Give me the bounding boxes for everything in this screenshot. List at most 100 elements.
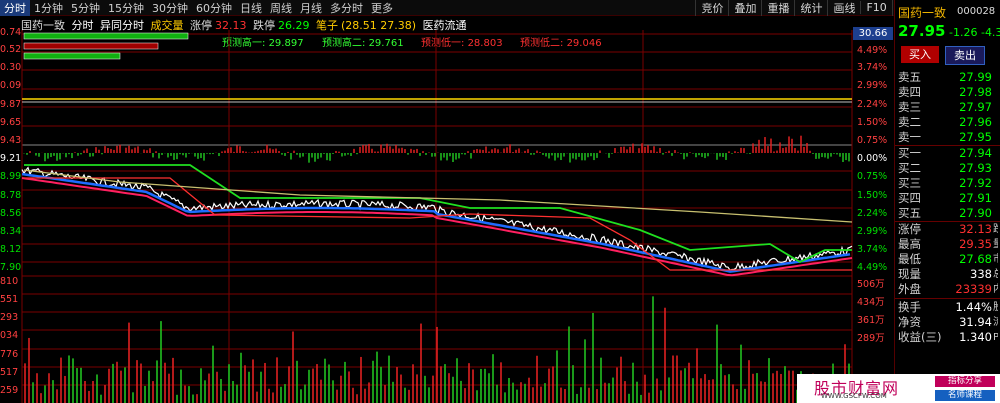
watermark-url: WWW.GSCFW.COM — [821, 392, 887, 400]
row-value: 23339 — [955, 282, 992, 296]
row-value: 27.68 — [959, 252, 992, 266]
right-axis-label: 1.50% — [857, 190, 888, 201]
row-value: 27.94 — [959, 146, 992, 160]
current-price-box: 30.66 — [853, 27, 893, 40]
right-axis-label: 2.24% — [857, 208, 888, 219]
row-value: 29.35 — [959, 237, 992, 251]
right-axis-label: 0.75% — [857, 135, 888, 146]
row-label: 卖四 — [898, 85, 921, 99]
stock-title: 国药一致 — [898, 6, 947, 20]
row-value: 1.340 — [959, 330, 992, 344]
left-axis-label: 0.52 — [0, 44, 22, 55]
row-label: 买一 — [898, 146, 921, 160]
right-axis-label: 2.99% — [857, 80, 888, 91]
row-tail: 股 — [993, 300, 998, 315]
stock-code: 000028 — [957, 6, 996, 17]
ask-row: 卖一 27.95 — [898, 130, 998, 145]
stat-row: 外盘 23339内 — [898, 282, 998, 297]
left-axis-label: 8.12 — [0, 244, 22, 255]
row-value: 31.94 — [959, 315, 992, 329]
right-axis-label: 361万 — [857, 315, 885, 326]
row-tail: 量 — [993, 237, 998, 252]
row-value: 27.99 — [959, 70, 992, 84]
row-value: 32.13 — [959, 222, 992, 236]
row-label: 买三 — [898, 176, 921, 190]
left-axis-label: 259 — [0, 385, 19, 396]
row-value: 27.97 — [959, 100, 992, 114]
bid-row: 买二 27.93 — [898, 161, 998, 176]
stat-row: 净资 31.94流 — [898, 315, 998, 330]
left-axis-label: 551 — [0, 294, 19, 305]
left-axis-label: 0.09 — [0, 80, 22, 91]
stat-row: 最高 29.35量 — [898, 237, 998, 252]
right-axis-label: 4.49% — [857, 262, 888, 273]
watermark-tag1: 指标分享 — [935, 376, 995, 387]
bid-row: 买一 27.94 — [898, 146, 998, 161]
row-label: 卖二 — [898, 115, 921, 129]
row-label: 净资 — [898, 315, 921, 329]
left-axis-label: 0.30 — [0, 62, 22, 73]
watermark: 股市财富网 WWW.GSCFW.COM 指标分享 名师课程 — [797, 374, 1000, 403]
row-value: 27.96 — [959, 115, 992, 129]
last-price: 27.95 — [898, 22, 946, 40]
row-label: 外盘 — [898, 282, 921, 296]
right-axis-label: 3.74% — [857, 62, 888, 73]
left-axis-label: 776 — [0, 349, 19, 360]
row-value: 338 — [970, 267, 992, 281]
row-tail: P — [993, 332, 998, 343]
row-label: 卖三 — [898, 100, 921, 114]
right-axis-label: 289万 — [857, 333, 885, 344]
sell-button[interactable]: 卖出 — [945, 46, 985, 65]
row-label: 买五 — [898, 206, 921, 220]
row-label: 现量 — [898, 267, 921, 281]
ask-row: 卖二 27.96 — [898, 115, 998, 130]
row-label: 收益(三) — [898, 330, 942, 344]
left-axis-label: 9.87 — [0, 99, 22, 110]
bid-row: 买三 27.92 — [898, 176, 998, 191]
right-axis-label: 2.24% — [857, 99, 888, 110]
row-label: 卖一 — [898, 130, 921, 144]
right-axis-label: 0.75% — [857, 171, 888, 182]
left-axis-label: 293 — [0, 312, 19, 323]
row-label: 涨停 — [898, 222, 921, 236]
row-label: 最高 — [898, 237, 921, 251]
ask-row: 卖四 27.98 — [898, 85, 998, 100]
right-axis-label: 2.99% — [857, 226, 888, 237]
quote-panel: 国药一致 000028 27.95 -1.26 -4.3 买入 卖出 卖五 27.… — [894, 0, 1000, 403]
row-value: 27.91 — [959, 191, 992, 205]
bid-row: 买四 27.91 — [898, 191, 998, 206]
right-axis-label: 0.00% — [857, 153, 888, 164]
left-axis-label: 8.99 — [0, 171, 22, 182]
left-axis-label: 8.56 — [0, 208, 22, 219]
row-value: 27.92 — [959, 176, 992, 190]
stat-row: 涨停 32.13跌 — [898, 222, 998, 237]
legend-bar — [23, 52, 121, 60]
row-label: 换手 — [898, 300, 921, 314]
left-axis-label: 9.43 — [0, 135, 22, 146]
right-axis-label: 4.49% — [857, 45, 888, 56]
left-axis-label: 9.21 — [0, 153, 22, 164]
buy-button[interactable]: 买入 — [901, 46, 939, 63]
row-tail: 市 — [993, 252, 998, 267]
bid-row: 买五 27.90 — [898, 206, 998, 221]
left-axis-label: 517 — [0, 367, 19, 378]
row-tail: 总 — [993, 267, 998, 282]
left-axis-label: 8.78 — [0, 190, 22, 201]
stat-row: 换手 1.44%股 — [898, 300, 998, 315]
ask-row: 卖三 27.97 — [898, 100, 998, 115]
stat-row: 最低 27.68市 — [898, 252, 998, 267]
row-value: 27.93 — [959, 161, 992, 175]
row-tail: 流 — [993, 315, 998, 330]
legend-bar — [23, 42, 159, 50]
row-label: 最低 — [898, 252, 921, 266]
row-tail: 内 — [993, 282, 998, 297]
right-axis-label: 506万 — [857, 279, 885, 290]
intraday-chart[interactable] — [0, 0, 1000, 403]
left-axis-label: 034 — [0, 330, 19, 341]
row-value: 27.90 — [959, 206, 992, 220]
right-axis-label: 3.74% — [857, 244, 888, 255]
right-axis-label: 1.50% — [857, 117, 888, 128]
watermark-tag2: 名师课程 — [935, 390, 995, 401]
left-axis-label: 7.90 — [0, 262, 22, 273]
row-value: 27.95 — [959, 130, 992, 144]
